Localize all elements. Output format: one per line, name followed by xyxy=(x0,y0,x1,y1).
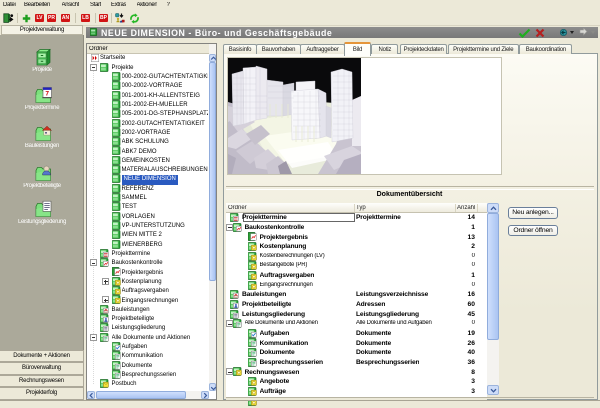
svg-text:7: 7 xyxy=(45,91,49,98)
